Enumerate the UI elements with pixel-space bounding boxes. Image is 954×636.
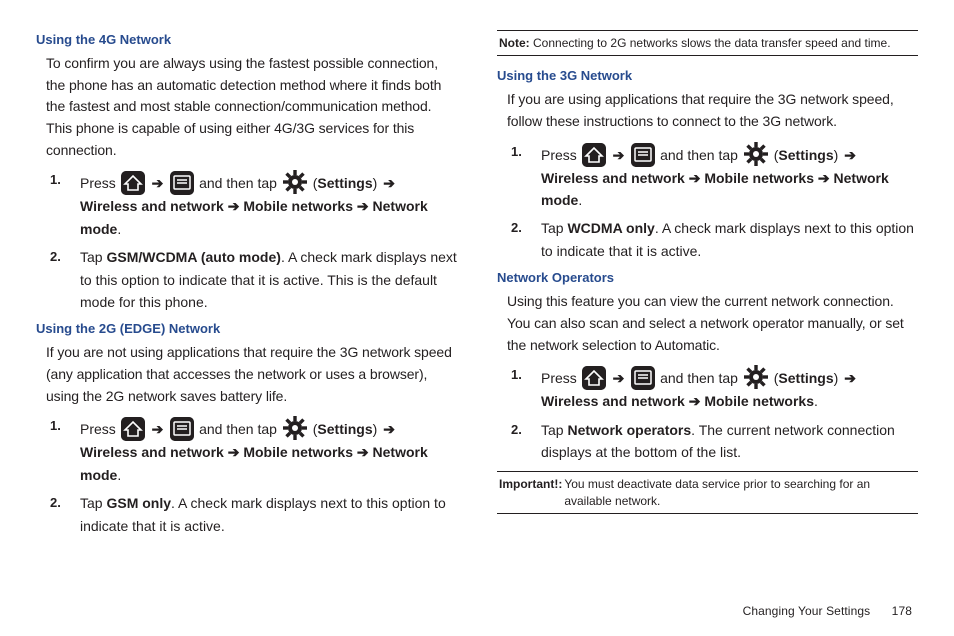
gear-icon: [282, 415, 308, 441]
note-text: Connecting to 2G networks slows the data…: [530, 36, 891, 50]
settings-label: Settings: [317, 421, 372, 437]
para-4g: To confirm you are always using the fast…: [46, 53, 457, 161]
option-label: WCDMA only: [567, 220, 654, 236]
arrow-icon: ➔: [613, 144, 625, 166]
heading-4g: Using the 4G Network: [36, 32, 457, 47]
heading-netops: Network Operators: [497, 270, 918, 285]
text: .: [117, 467, 121, 483]
settings-label: Settings: [778, 370, 833, 386]
home-icon: [121, 171, 145, 195]
arrow-icon: ➔: [383, 172, 395, 194]
home-icon: [582, 366, 606, 390]
important-label: Important!:: [499, 476, 564, 508]
important-text: You must deactivate data service prior t…: [564, 476, 916, 508]
heading-3g: Using the 3G Network: [497, 68, 918, 83]
arrow-icon: ➔: [383, 418, 395, 440]
step-3g-1: Press ➔ and then tap (Settings) ➔ Wirele…: [541, 141, 918, 212]
para-3g: If you are using applications that requi…: [507, 89, 918, 132]
note-callout: Note: Connecting to 2G networks slows th…: [497, 30, 918, 56]
text: ): [373, 175, 382, 191]
page-number: 178: [892, 604, 912, 618]
text: Tap: [80, 495, 106, 511]
home-icon: [582, 143, 606, 167]
gear-icon: [743, 141, 769, 167]
text: ): [373, 421, 382, 437]
page-footer: Changing Your Settings 178: [743, 604, 912, 618]
nav-chain: Wireless and network ➔ Mobile networks ➔…: [80, 444, 428, 482]
arrow-icon: ➔: [613, 367, 625, 389]
gear-icon: [743, 364, 769, 390]
text: and then tap: [199, 175, 281, 191]
arrow-icon: ➔: [152, 418, 164, 440]
text: Tap: [541, 422, 567, 438]
gear-icon: [282, 169, 308, 195]
nav-chain: Wireless and network ➔ Mobile networks ➔…: [80, 198, 428, 236]
menu-icon: [170, 171, 194, 195]
home-icon: [121, 417, 145, 441]
step-2g-2: Tap GSM only. A check mark displays next…: [80, 492, 457, 537]
steps-netops: Press ➔ and then tap (Settings) ➔ Wirele…: [507, 364, 918, 463]
settings-label: Settings: [778, 147, 833, 163]
nav-chain: Wireless and network ➔ Mobile networks ➔…: [541, 170, 889, 208]
left-column: Using the 4G Network To confirm you are …: [36, 30, 477, 620]
nav-chain: Wireless and network ➔ Mobile networks: [541, 393, 814, 409]
steps-3g: Press ➔ and then tap (Settings) ➔ Wirele…: [507, 141, 918, 263]
text: .: [117, 221, 121, 237]
text: .: [578, 192, 582, 208]
chapter-title: Changing Your Settings: [743, 604, 871, 618]
arrow-icon: ➔: [152, 172, 164, 194]
text: Press: [541, 147, 581, 163]
menu-icon: [631, 143, 655, 167]
menu-icon: [631, 366, 655, 390]
step-4g-2: Tap GSM/WCDMA (auto mode). A check mark …: [80, 246, 457, 313]
page: Using the 4G Network To confirm you are …: [0, 0, 954, 636]
steps-2g: Press ➔ and then tap (Settings) ➔ Wirele…: [46, 415, 457, 537]
text: and then tap: [660, 370, 742, 386]
text: Tap: [80, 249, 106, 265]
arrow-icon: ➔: [844, 144, 856, 166]
settings-label: Settings: [317, 175, 372, 191]
option-label: GSM/WCDMA (auto mode): [106, 249, 280, 265]
step-4g-1: Press ➔ and then tap (Settings) ➔ Wirele…: [80, 169, 457, 240]
option-label: Network operators: [567, 422, 691, 438]
step-netops-1: Press ➔ and then tap (Settings) ➔ Wirele…: [541, 364, 918, 412]
text: ): [834, 147, 843, 163]
para-2g: If you are not using applications that r…: [46, 342, 457, 407]
text: ): [834, 370, 843, 386]
text: Press: [80, 175, 120, 191]
step-netops-2: Tap Network operators. The current netwo…: [541, 419, 918, 464]
text: and then tap: [660, 147, 742, 163]
right-column: Note: Connecting to 2G networks slows th…: [477, 30, 918, 620]
text: Tap: [541, 220, 567, 236]
arrow-icon: ➔: [844, 367, 856, 389]
heading-2g: Using the 2G (EDGE) Network: [36, 321, 457, 336]
menu-icon: [170, 417, 194, 441]
steps-4g: Press ➔ and then tap (Settings) ➔ Wirele…: [46, 169, 457, 313]
para-netops: Using this feature you can view the curr…: [507, 291, 918, 356]
text: and then tap: [199, 421, 281, 437]
text: Press: [80, 421, 120, 437]
text: .: [814, 393, 818, 409]
step-3g-2: Tap WCDMA only. A check mark displays ne…: [541, 217, 918, 262]
option-label: GSM only: [106, 495, 171, 511]
step-2g-1: Press ➔ and then tap (Settings) ➔ Wirele…: [80, 415, 457, 486]
text: Press: [541, 370, 581, 386]
important-callout: Important!: You must deactivate data ser…: [497, 471, 918, 513]
note-label: Note:: [499, 36, 530, 50]
